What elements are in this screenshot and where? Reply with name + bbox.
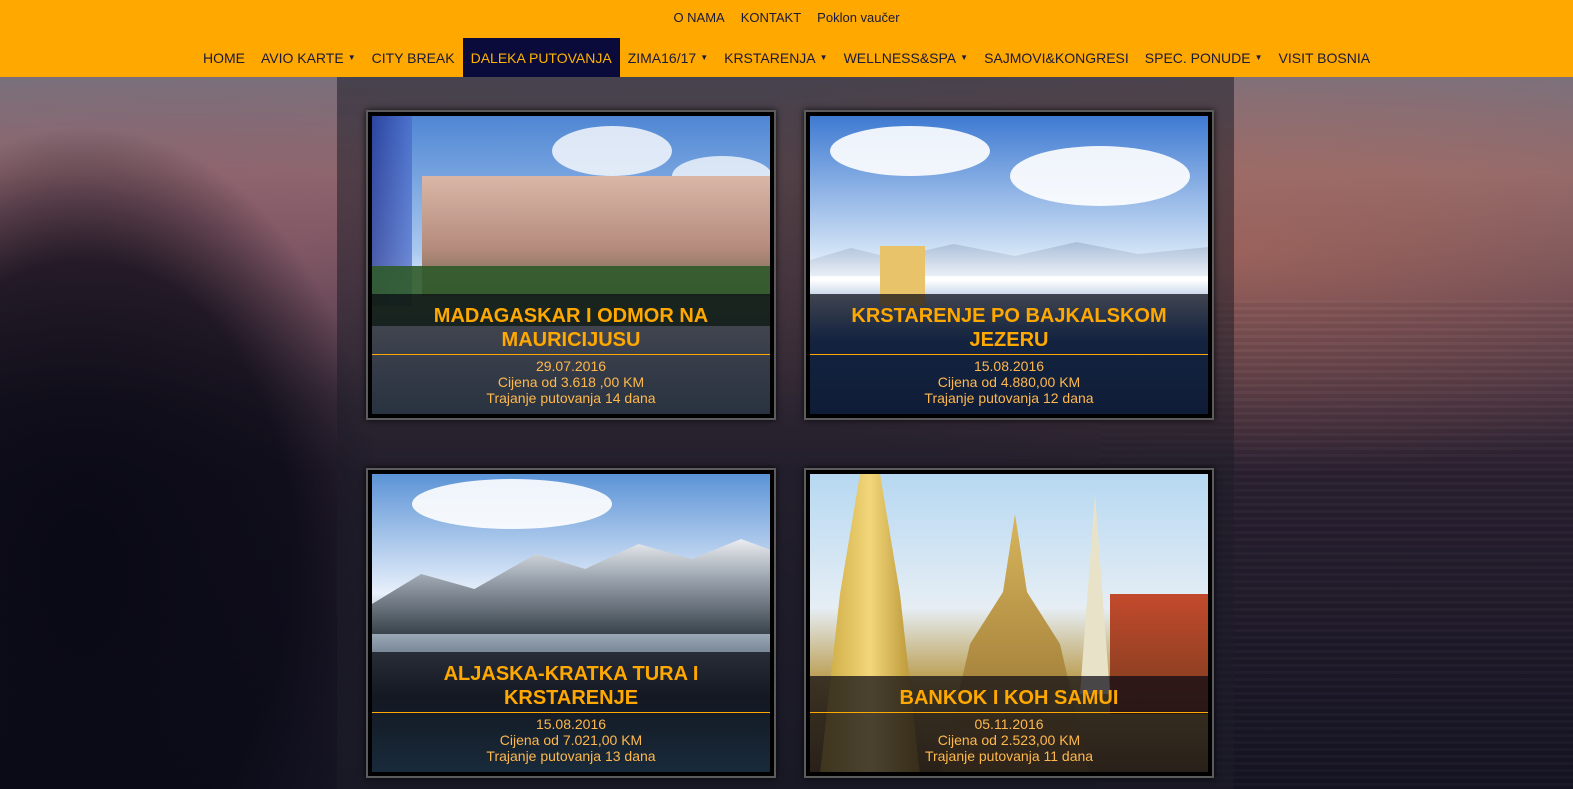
offer-duration: Trajanje putovanja 12 dana [924, 390, 1094, 406]
main-nav: HOME AVIO KARTE ▼ CITY BREAK DALEKA PUTOV… [0, 38, 1573, 77]
offer-title: MADAGASKAR I ODMOR NA MAURICIJUSU [372, 294, 770, 355]
caret-down-icon: ▼ [819, 53, 828, 62]
nav-item-spec-ponude[interactable]: SPEC. PONUDE ▼ [1137, 38, 1271, 77]
offer-card[interactable]: BANKOK I KOH SAMUI 05.11.2016 Cijena od … [804, 468, 1214, 778]
nav-item-label: WELLNESS&SPA [843, 49, 957, 66]
offer-duration: Trajanje putovanja 14 dana [486, 390, 656, 406]
offer-info: ALJASKA-KRATKA TURA I KRSTARENJE 15.08.2… [372, 652, 770, 772]
offer-info: BANKOK I KOH SAMUI 05.11.2016 Cijena od … [810, 676, 1208, 772]
caret-down-icon: ▼ [347, 53, 356, 62]
nav-item-krstarenja[interactable]: KRSTARENJA ▼ [716, 38, 835, 77]
offer-date: 05.11.2016 [974, 716, 1044, 732]
nav-item-label: SPEC. PONUDE [1144, 49, 1251, 66]
caret-down-icon: ▼ [700, 53, 709, 62]
nav-item-home[interactable]: HOME [195, 38, 253, 77]
nav-item-city-break[interactable]: CITY BREAK [364, 38, 463, 77]
top-nav-o-nama[interactable]: O NAMA [673, 10, 724, 25]
caret-down-icon: ▼ [1254, 53, 1263, 62]
nav-item-label: AVIO KARTE [260, 49, 344, 66]
offer-info: KRSTARENJE PO BAJKALSKOM JEZERU 15.08.20… [810, 294, 1208, 414]
nav-item-label: ZIMA16/17 [627, 49, 697, 66]
offer-title: BANKOK I KOH SAMUI [810, 676, 1208, 713]
offer-price: Cijena od 7.021,00 KM [499, 732, 643, 748]
offer-date: 29.07.2016 [535, 358, 607, 374]
nav-item-sajmovi-kongresi[interactable]: SAJMOVI&KONGRESI [976, 38, 1137, 77]
offer-card[interactable]: ALJASKA-KRATKA TURA I KRSTARENJE 15.08.2… [366, 468, 776, 778]
nav-item-zima[interactable]: ZIMA16/17 ▼ [620, 38, 716, 77]
nav-item-visit-bosnia[interactable]: VISIT BOSNIA [1271, 38, 1379, 77]
offers-panel: MADAGASKAR I ODMOR NA MAURICIJUSU 29.07.… [337, 77, 1234, 789]
site-header: O NAMA KONTAKT Poklon vaučer HOME AVIO K… [0, 0, 1573, 77]
offer-card[interactable]: KRSTARENJE PO BAJKALSKOM JEZERU 15.08.20… [804, 110, 1214, 420]
nav-item-label: CITY BREAK [371, 49, 455, 66]
top-nav-poklon-vaucer[interactable]: Poklon vaučer [817, 10, 899, 25]
nav-item-daleka-putovanja[interactable]: DALEKA PUTOVANJA [462, 38, 620, 77]
offer-price: Cijena od 4.880,00 KM [937, 374, 1081, 390]
offer-title: KRSTARENJE PO BAJKALSKOM JEZERU [810, 294, 1208, 355]
nav-item-wellness-spa[interactable]: WELLNESS&SPA ▼ [836, 38, 976, 77]
nav-item-label: DALEKA PUTOVANJA [470, 49, 612, 66]
top-nav: O NAMA KONTAKT Poklon vaučer [0, 10, 1573, 25]
nav-item-label: KRSTARENJA [724, 49, 816, 66]
offer-date: 15.08.2016 [535, 716, 607, 732]
offer-card[interactable]: MADAGASKAR I ODMOR NA MAURICIJUSU 29.07.… [366, 110, 776, 420]
offer-info: MADAGASKAR I ODMOR NA MAURICIJUSU 29.07.… [372, 294, 770, 414]
offer-duration: Trajanje putovanja 11 dana [924, 748, 1094, 764]
top-nav-kontakt[interactable]: KONTAKT [741, 10, 801, 25]
offer-title: ALJASKA-KRATKA TURA I KRSTARENJE [372, 652, 770, 713]
nav-item-label: HOME [202, 49, 245, 66]
offer-duration: Trajanje putovanja 13 dana [486, 748, 656, 764]
offer-price: Cijena od 2.523,00 KM [937, 732, 1081, 748]
offer-date: 15.08.2016 [973, 358, 1045, 374]
nav-item-label: VISIT BOSNIA [1278, 49, 1371, 66]
offer-price: Cijena od 3.618 ,00 KM [497, 374, 645, 390]
caret-down-icon: ▼ [960, 53, 969, 62]
nav-item-avio-karte[interactable]: AVIO KARTE ▼ [253, 38, 364, 77]
nav-item-label: SAJMOVI&KONGRESI [984, 49, 1129, 66]
